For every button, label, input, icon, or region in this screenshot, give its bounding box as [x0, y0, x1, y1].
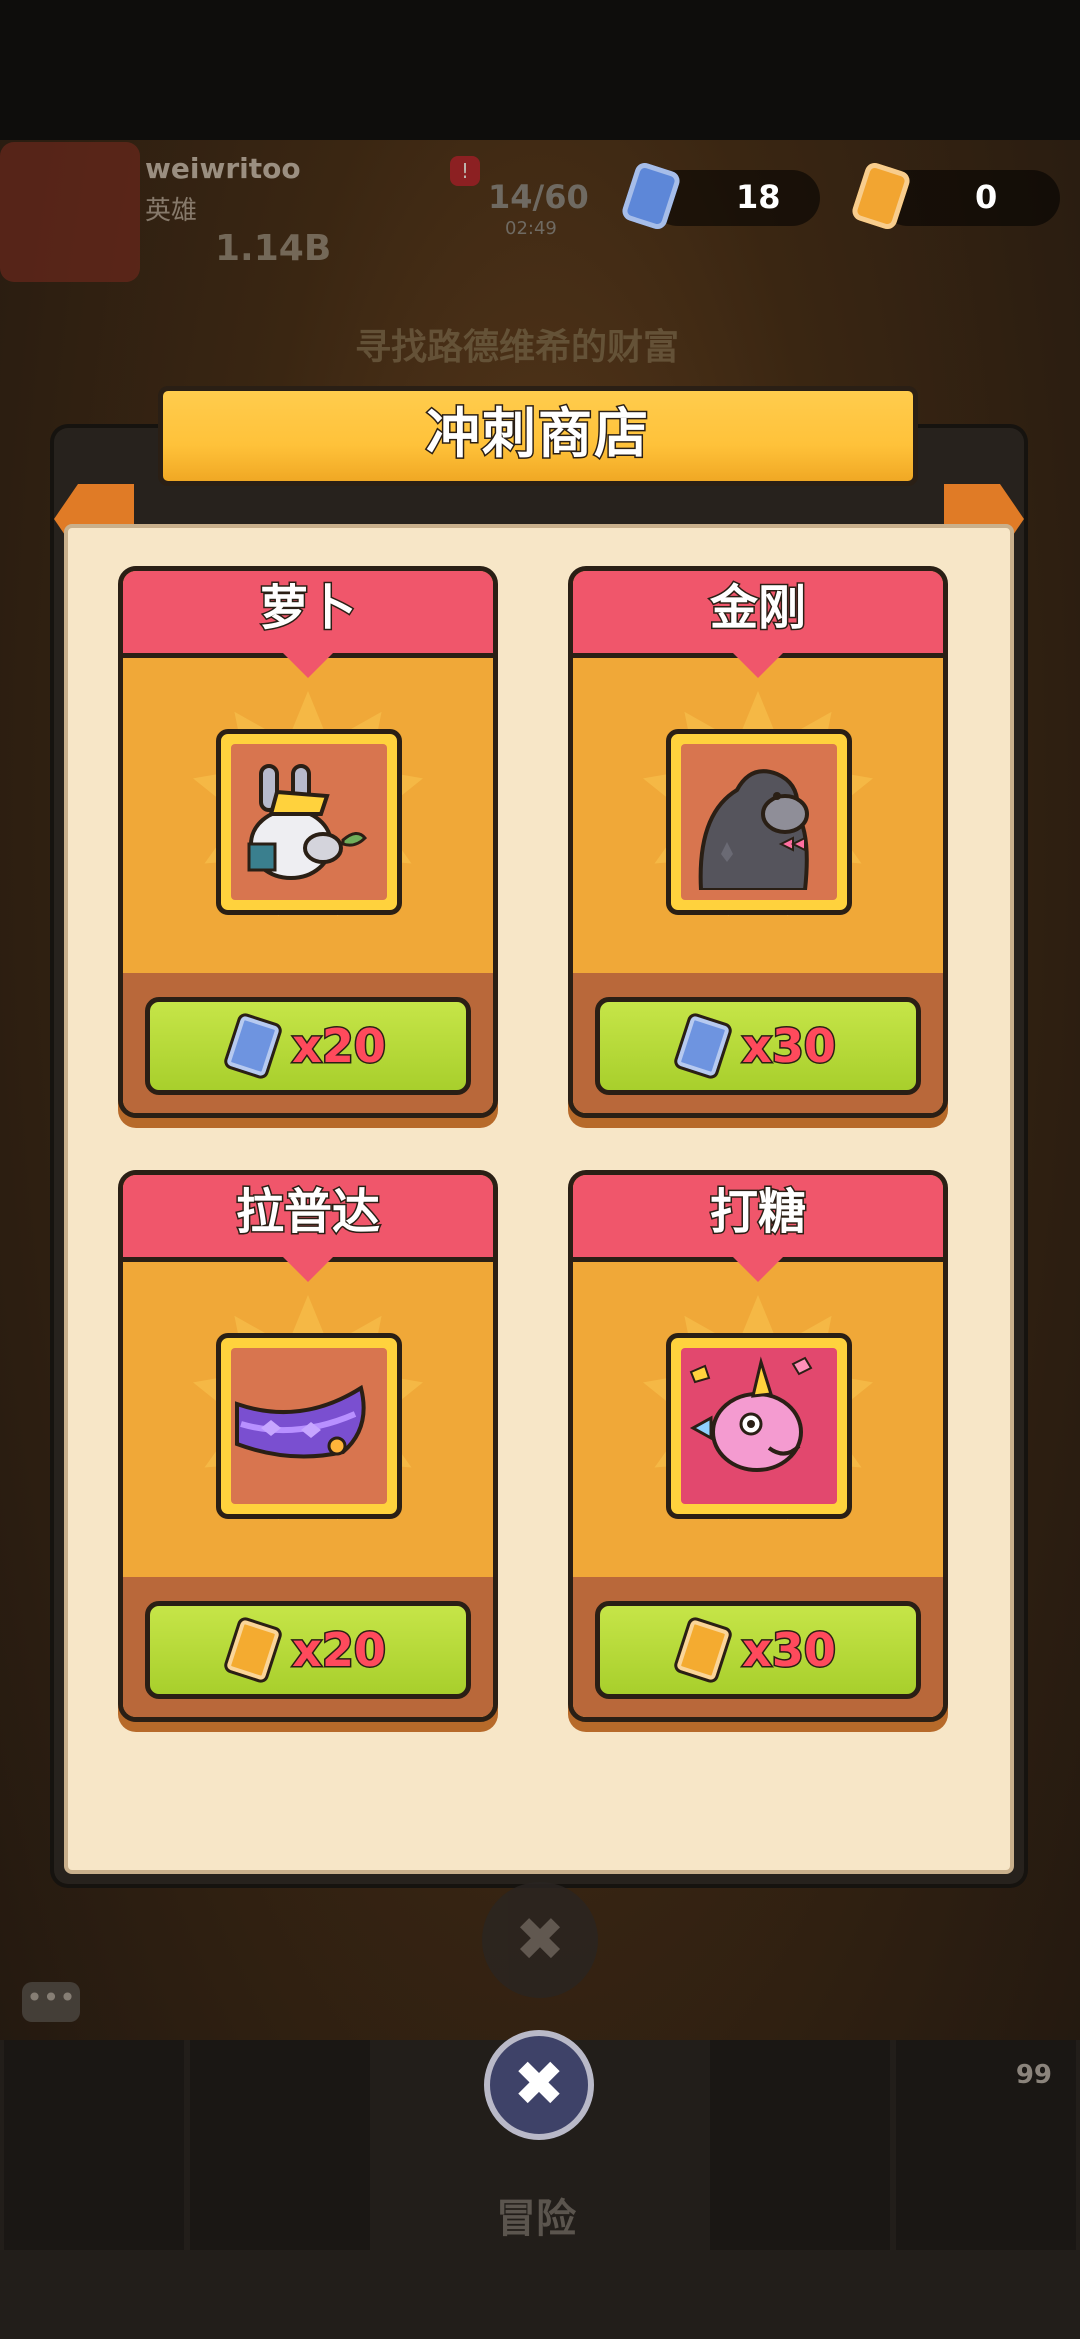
- card-header-tip: [733, 1257, 783, 1282]
- top-hud: weiwritoo 英雄 1.14B 14/60 02:49 18 0: [0, 140, 1080, 290]
- card-header: 打糖: [573, 1175, 943, 1262]
- notification-badge: !: [450, 156, 480, 186]
- nav-adventure-label: 冒险: [496, 2196, 576, 2242]
- donkey-hero-icon: [231, 744, 387, 900]
- blue-ticket-icon: [672, 1011, 734, 1081]
- item-name: 打糖: [708, 1183, 807, 1242]
- shop-item-card-candy[interactable]: 打糖 x30: [568, 1170, 948, 1722]
- buy-button[interactable]: x20: [145, 997, 471, 1095]
- buy-button[interactable]: x20: [145, 1601, 471, 1699]
- buy-button[interactable]: x30: [595, 997, 921, 1095]
- player-power: 1.14B: [215, 228, 332, 269]
- nav-vault-count: 99: [1015, 2060, 1052, 2090]
- item-name: 金刚: [708, 579, 807, 638]
- card-header-tip: [733, 653, 783, 678]
- shop-title: 冲刺商店: [425, 401, 650, 467]
- item-portrait: [216, 729, 402, 915]
- shop-item-card-radish[interactable]: 萝卜 x20: [118, 566, 498, 1118]
- shop-item-card-kingkong[interactable]: 金刚 x30: [568, 566, 948, 1118]
- unicorn-pinata-icon: [681, 1348, 837, 1504]
- background-close-icon: ✖: [482, 1882, 598, 1998]
- item-portrait: [666, 729, 852, 915]
- status-bar-area: [0, 0, 1080, 140]
- nav-hero-tab[interactable]: [190, 2040, 370, 2250]
- flying-carpet-icon: [231, 1348, 387, 1504]
- nav-upgrade-tab[interactable]: [710, 2040, 890, 2250]
- shop-title-banner: 冲刺商店: [158, 386, 918, 486]
- player-avatar[interactable]: [0, 142, 140, 282]
- card-header-tip: [283, 653, 333, 678]
- close-button[interactable]: ✖: [484, 2030, 594, 2140]
- player-role: 英雄: [145, 196, 198, 226]
- gold-ticket-icon: [672, 1615, 734, 1685]
- gold-ticket-count: 0: [975, 178, 998, 216]
- gorilla-hero-icon: [681, 744, 837, 900]
- quest-text: 寻找路德维希的财富: [355, 327, 680, 368]
- energy-timer: 02:49: [505, 218, 557, 239]
- price-label: x20: [291, 1018, 388, 1075]
- chat-icon[interactable]: •••: [22, 1982, 80, 2022]
- card-header: 拉普达: [123, 1175, 493, 1262]
- energy-counter: 14/60: [488, 178, 589, 216]
- close-icon: ✖: [513, 2047, 565, 2120]
- card-header-tip: [283, 1257, 333, 1282]
- item-portrait: [216, 1333, 402, 1519]
- item-name: 拉普达: [234, 1183, 381, 1242]
- blue-ticket-icon: [222, 1011, 284, 1081]
- item-portrait: [666, 1333, 852, 1519]
- buy-button[interactable]: x30: [595, 1601, 921, 1699]
- gold-ticket-icon: [222, 1615, 284, 1685]
- blue-ticket-count: 18: [736, 178, 781, 216]
- item-name: 萝卜: [258, 579, 357, 638]
- nav-shop-tab[interactable]: [4, 2040, 184, 2250]
- price-label: x20: [291, 1622, 388, 1679]
- price-label: x30: [741, 1018, 838, 1075]
- card-header: 金刚: [573, 571, 943, 658]
- player-name: weiwritoo: [145, 152, 301, 185]
- shop-item-card-laputa[interactable]: 拉普达 x20: [118, 1170, 498, 1722]
- card-header: 萝卜: [123, 571, 493, 658]
- price-label: x30: [741, 1622, 838, 1679]
